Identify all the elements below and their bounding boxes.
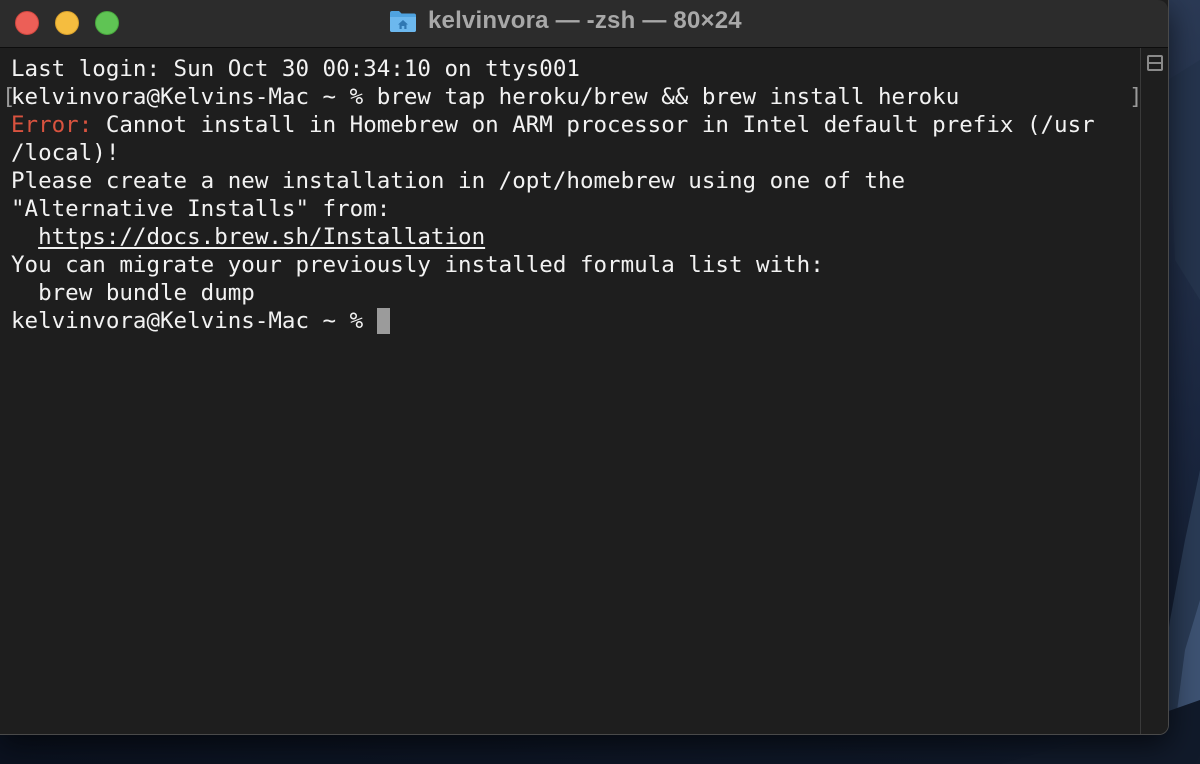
window-title-text: kelvinvora — -zsh — 80×24: [428, 7, 742, 34]
terminal-line-last-login: Last login: Sun Oct 30 00:34:10 on ttys0…: [11, 55, 1095, 83]
terminal-line-bundle: brew bundle dump: [11, 279, 1095, 307]
terminal-line-error: Error: Cannot install in Homebrew on ARM…: [11, 111, 1095, 139]
zoom-button[interactable]: [95, 11, 119, 35]
bundle-dump-text: brew bundle dump: [11, 280, 255, 306]
current-prompt: kelvinvora@Kelvins-Mac ~ %: [11, 308, 377, 334]
terminal-window: kelvinvora — -zsh — 80×24 Last login: Su…: [0, 0, 1169, 735]
installation-docs-link[interactable]: https://docs.brew.sh/Installation: [38, 224, 485, 250]
terminal-line-link: https://docs.brew.sh/Installation: [11, 223, 1095, 251]
home-folder-icon: [390, 11, 416, 32]
text-cursor: [376, 308, 390, 334]
alternative-installs-text: "Alternative Installs" from:: [11, 196, 391, 222]
terminal-line-prompt[interactable]: kelvinvora@Kelvins-Mac ~ %: [11, 307, 1095, 335]
error-message: Cannot install in Homebrew on ARM proces…: [92, 112, 1095, 138]
terminal-output[interactable]: Last login: Sun Oct 30 00:34:10 on ttys0…: [0, 48, 1143, 734]
migrate-text: You can migrate your previously installe…: [11, 252, 824, 278]
terminal-line-instruction: Please create a new installation in /opt…: [11, 167, 1095, 195]
mark-bracket-left: [: [2, 84, 16, 110]
last-login-text: Last login: Sun Oct 30 00:34:10 on ttys0…: [11, 56, 580, 82]
error-message-continued: /local)!: [11, 140, 120, 166]
error-label: Error:: [11, 112, 93, 138]
title-bar[interactable]: kelvinvora — -zsh — 80×24: [0, 0, 1168, 48]
split-pane-icon[interactable]: [1147, 55, 1163, 71]
terminal-line-command: [kelvinvora@Kelvins-Mac ~ % brew tap her…: [2, 83, 1143, 111]
link-indent: [11, 224, 38, 250]
instruction-text: Please create a new installation in /opt…: [11, 168, 906, 194]
scroll-gutter[interactable]: [1140, 48, 1168, 734]
terminal-line-error-cont: /local)!: [11, 139, 1095, 167]
window-title: kelvinvora — -zsh — 80×24: [388, 6, 742, 36]
close-button[interactable]: [15, 11, 39, 35]
terminal-line-alternative: "Alternative Installs" from:: [11, 195, 1095, 223]
command-text: brew tap heroku/brew && brew install her…: [376, 84, 960, 110]
minimize-button[interactable]: [55, 11, 79, 35]
prompt-text: kelvinvora@Kelvins-Mac ~ %: [11, 84, 377, 110]
terminal-line-migrate: You can migrate your previously installe…: [11, 251, 1095, 279]
